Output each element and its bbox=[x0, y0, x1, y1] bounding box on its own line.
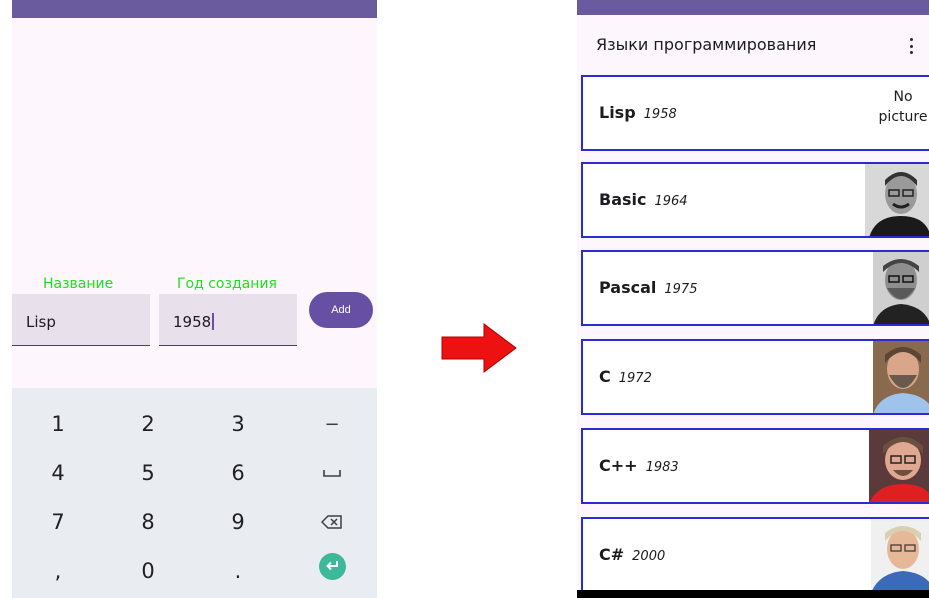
year-input[interactable]: 1958 bbox=[159, 294, 297, 346]
status-bar bbox=[577, 0, 929, 15]
key-1[interactable]: 1 bbox=[28, 404, 88, 444]
backspace-key[interactable] bbox=[302, 502, 362, 542]
language-card[interactable]: Pascal 1975 bbox=[581, 250, 929, 326]
navigation-bar bbox=[577, 590, 929, 598]
language-card[interactable]: C# 2000 bbox=[581, 517, 929, 593]
portrait-image bbox=[871, 519, 929, 591]
language-card[interactable]: C++ 1983 bbox=[581, 428, 929, 504]
key-3[interactable]: 3 bbox=[208, 404, 268, 444]
backspace-icon bbox=[321, 515, 342, 529]
key-0[interactable]: 0 bbox=[118, 551, 178, 591]
enter-icon bbox=[318, 552, 346, 580]
numeric-keypad: 1 2 3 − 4 5 6 7 8 9 , 0 . bbox=[12, 388, 377, 598]
language-name: C# bbox=[599, 545, 625, 564]
key-minus[interactable]: − bbox=[302, 404, 362, 444]
language-year: 2000 bbox=[632, 549, 666, 564]
year-field-label: Год создания bbox=[177, 276, 277, 292]
language-year: 1972 bbox=[618, 371, 652, 386]
no-picture-label: No picture bbox=[878, 89, 928, 125]
language-name: C bbox=[599, 367, 611, 386]
right-phone-screen: Языки программирования Lisp 1958 No pictu… bbox=[577, 0, 929, 598]
language-year: 1983 bbox=[645, 460, 679, 475]
language-name: Pascal bbox=[599, 278, 657, 297]
left-phone-screen: Название Год создания Lisp 1958 Add 1 2 … bbox=[12, 0, 377, 598]
add-button[interactable]: Add bbox=[309, 292, 373, 328]
portrait-image bbox=[873, 252, 929, 324]
year-input-value: 1958 bbox=[173, 313, 212, 331]
key-period[interactable]: . bbox=[208, 551, 268, 591]
status-bar bbox=[12, 0, 377, 18]
space-key[interactable] bbox=[302, 453, 362, 493]
key-5[interactable]: 5 bbox=[118, 453, 178, 493]
key-4[interactable]: 4 bbox=[28, 453, 88, 493]
key-6[interactable]: 6 bbox=[208, 453, 268, 493]
portrait-image bbox=[869, 430, 929, 502]
name-field-label: Название bbox=[43, 276, 114, 292]
name-input[interactable]: Lisp bbox=[12, 294, 150, 346]
language-year: 1964 bbox=[654, 194, 688, 209]
language-card[interactable]: Basic 1964 bbox=[581, 162, 929, 238]
key-2[interactable]: 2 bbox=[118, 404, 178, 444]
language-year: 1975 bbox=[664, 282, 698, 297]
right-arrow-icon bbox=[441, 323, 517, 373]
language-name: Basic bbox=[599, 190, 647, 209]
language-card[interactable]: Lisp 1958 No picture bbox=[581, 75, 929, 151]
app-title: Языки программирования bbox=[596, 35, 817, 54]
space-icon bbox=[323, 470, 341, 477]
key-7[interactable]: 7 bbox=[28, 502, 88, 542]
language-name: Lisp bbox=[599, 103, 636, 122]
key-9[interactable]: 9 bbox=[208, 502, 268, 542]
name-input-value: Lisp bbox=[26, 313, 56, 331]
portrait-image bbox=[865, 164, 929, 236]
key-8[interactable]: 8 bbox=[118, 502, 178, 542]
portrait-image bbox=[873, 341, 929, 413]
text-cursor bbox=[212, 313, 215, 330]
language-year: 1958 bbox=[643, 107, 677, 122]
screenshot-stage: Название Год создания Lisp 1958 Add 1 2 … bbox=[0, 0, 929, 598]
language-card[interactable]: C 1972 bbox=[581, 339, 929, 415]
key-comma[interactable]: , bbox=[28, 551, 88, 591]
language-name: C++ bbox=[599, 456, 638, 475]
overflow-menu-icon[interactable] bbox=[901, 35, 921, 57]
enter-key[interactable] bbox=[302, 546, 362, 586]
